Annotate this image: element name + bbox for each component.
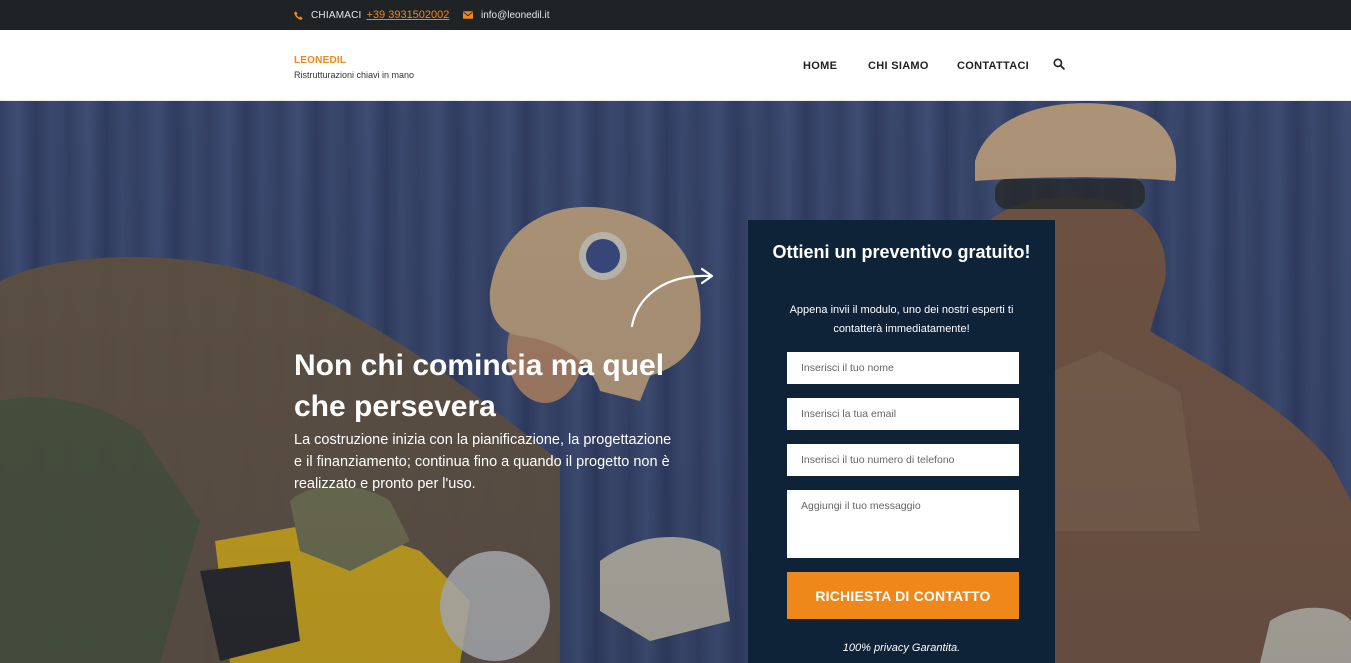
form-title: Ottieni un preventivo gratuito!	[772, 242, 1031, 262]
email-info: info@leonedil.it	[463, 0, 550, 30]
nav-contact-wrap: CONTATTACI	[957, 30, 1029, 101]
nav-home-wrap: HOME	[803, 30, 837, 101]
search-button[interactable]	[1053, 30, 1065, 101]
hero-section: Non chi comincia ma quel che persevera L…	[0, 101, 1351, 663]
phone-field[interactable]	[787, 444, 1019, 476]
call-label: CHIAMACI	[311, 9, 362, 21]
curved-arrow-icon	[630, 267, 714, 328]
nav-home[interactable]: HOME	[803, 60, 837, 72]
hero-description: La costruzione inizia con la pianificazi…	[294, 432, 672, 492]
phone-icon	[294, 11, 303, 20]
name-field[interactable]	[787, 352, 1019, 384]
nav-chi-siamo[interactable]: CHI SIAMO	[868, 60, 929, 72]
phone-link[interactable]: +39 3931502002	[367, 9, 450, 21]
brand-name[interactable]: LEONEDIL	[294, 55, 414, 66]
email-field[interactable]	[787, 398, 1019, 430]
top-bar: CHIAMACI +39 3931502002 info@leonedil.it	[0, 0, 1351, 30]
quote-form-panel: Ottieni un preventivo gratuito! Appena i…	[748, 220, 1055, 663]
form-subtitle: Appena invii il modulo, uno dei nostri e…	[789, 304, 1014, 335]
nav-about-wrap: CHI SIAMO	[868, 30, 929, 101]
message-field[interactable]	[787, 490, 1019, 558]
call-info: CHIAMACI +39 3931502002	[294, 0, 449, 30]
contact-request-button[interactable]: RICHIESTA DI CONTATTO	[787, 572, 1019, 619]
brand-tagline: Ristrutturazioni chiavi in mano	[294, 70, 415, 80]
email-link[interactable]: info@leonedil.it	[481, 10, 550, 21]
site-header: LEONEDIL Ristrutturazioni chiavi in mano…	[0, 30, 1351, 101]
hero-title: Non chi comincia ma quel che persevera	[294, 349, 665, 423]
brand[interactable]: LEONEDIL Ristrutturazioni chiavi in mano	[294, 55, 414, 80]
nav-contattaci[interactable]: CONTATTACI	[957, 60, 1029, 72]
search-icon[interactable]	[1053, 58, 1065, 73]
envelope-icon	[463, 11, 473, 19]
privacy-note: 100% privacy Garantita.	[842, 642, 961, 654]
